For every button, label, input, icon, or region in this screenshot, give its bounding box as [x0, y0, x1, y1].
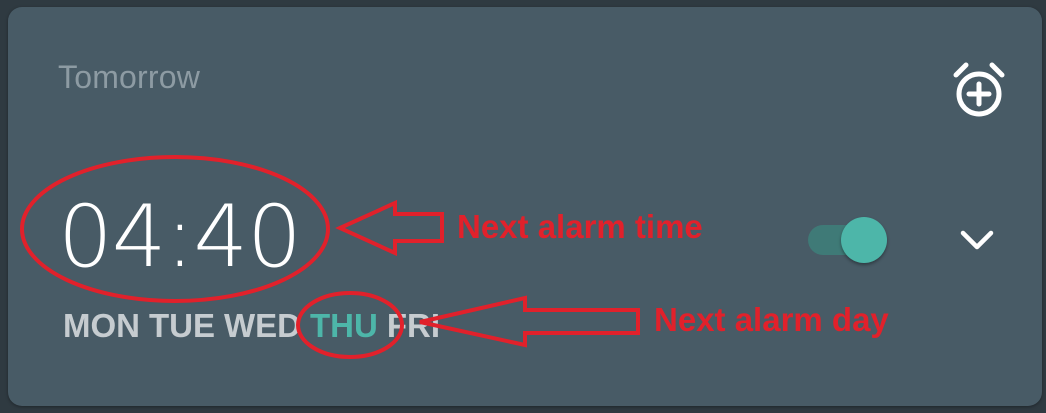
- day-mon[interactable]: MON: [63, 307, 140, 345]
- alarm-time[interactable]: 04:40: [58, 187, 302, 287]
- chevron-down-icon: [960, 230, 994, 250]
- alarm-enabled-toggle[interactable]: [808, 217, 890, 263]
- day-wed[interactable]: WED: [224, 307, 301, 345]
- expand-button[interactable]: [958, 225, 996, 255]
- add-alarm-button[interactable]: [946, 57, 1012, 123]
- alarm-days: MON TUE WED THU FRI: [63, 307, 440, 345]
- toggle-thumb: [841, 217, 887, 263]
- day-tue[interactable]: TUE: [149, 307, 215, 345]
- annotation-next-alarm-time: Next alarm time: [457, 208, 703, 245]
- day-fri[interactable]: FRI: [387, 307, 440, 345]
- add-alarm-icon: [953, 62, 1005, 117]
- annotation-next-alarm-day: Next alarm day: [654, 301, 889, 338]
- alarm-date-label: Tomorrow: [58, 59, 201, 95]
- alarm-card[interactable]: Tomorrow 04:40 MON TUE WED THU FRI: [8, 7, 1042, 406]
- screen: Tomorrow 04:40 MON TUE WED THU FRI Next …: [0, 0, 1046, 413]
- day-thu[interactable]: THU: [310, 307, 378, 345]
